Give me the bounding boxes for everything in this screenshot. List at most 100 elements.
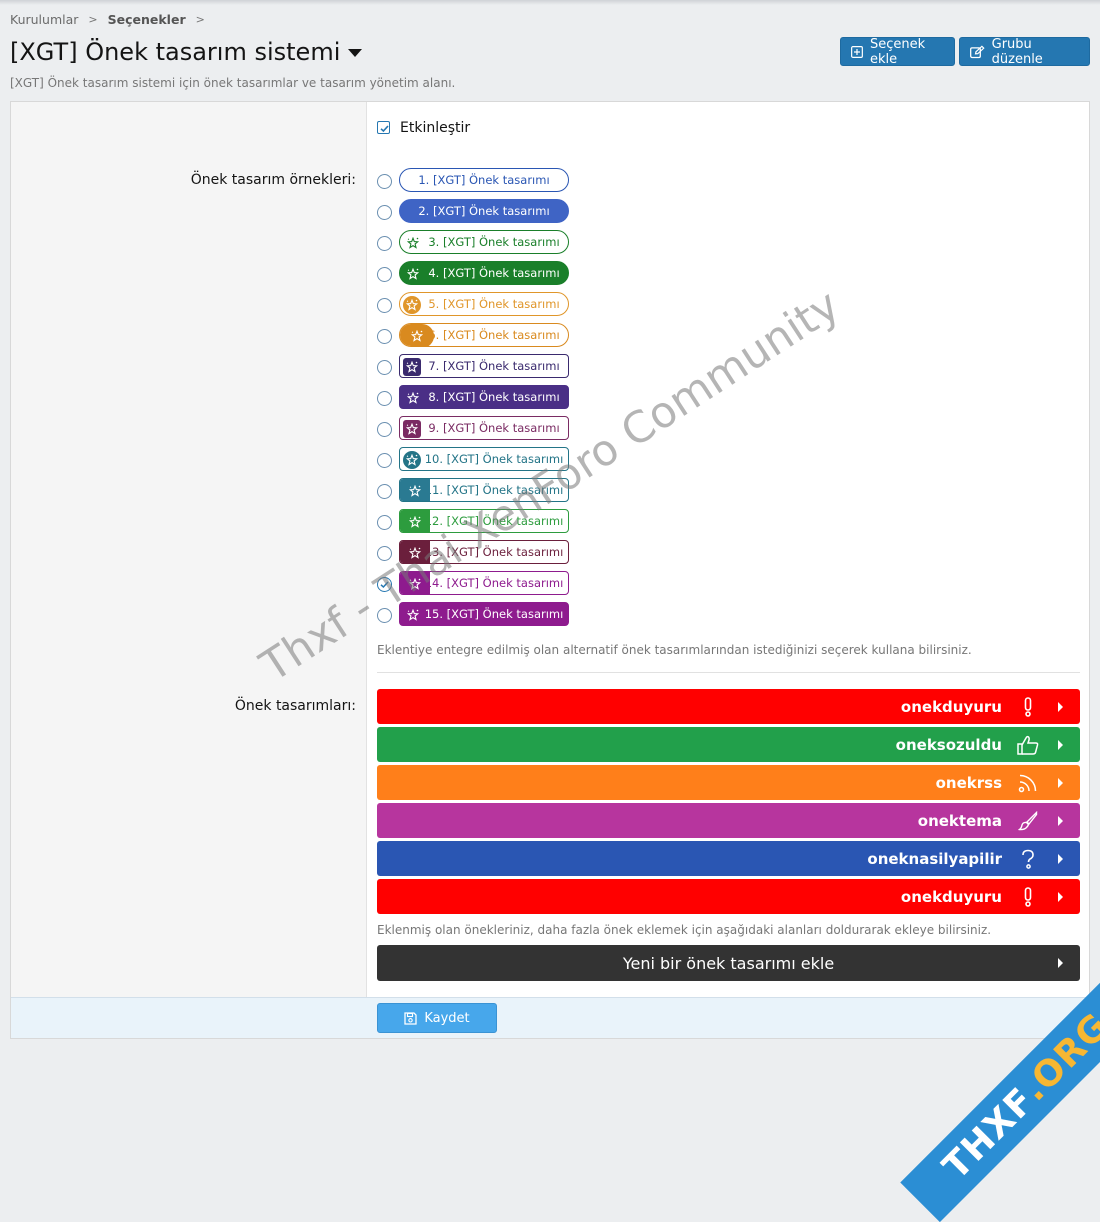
example-radio-10[interactable] (377, 453, 392, 468)
rss-icon (1018, 774, 1037, 792)
sparkle-star-icon (411, 330, 423, 342)
example-radio-7[interactable] (377, 360, 392, 375)
example-radio-8[interactable] (377, 391, 392, 406)
example-radio-4[interactable] (377, 267, 392, 282)
example-badge-label: 7. [XGT] Önek tasarımı (428, 359, 560, 373)
example-radio-15[interactable] (377, 608, 392, 623)
breadcrumb: Kurulumlar > Seçenekler > (10, 12, 215, 27)
exclamation-icon (1024, 886, 1032, 907)
form-footer: Kaydet (11, 997, 1089, 1038)
example-badge-9[interactable]: 9. [XGT] Önek tasarımı (399, 416, 569, 440)
sparkle-star-icon-holder (404, 606, 422, 624)
example-badge-label: 8. [XGT] Önek tasarımı (428, 390, 560, 404)
edit-group-button[interactable]: Grubu düzenle (959, 37, 1090, 67)
sparkle-star-icon (407, 268, 419, 280)
example-radio-11[interactable] (377, 484, 392, 499)
example-badge-label: 13. [XGT] Önek tasarımı (424, 545, 564, 559)
example-radio-12[interactable] (377, 515, 392, 530)
example-badge-label: 3. [XGT] Önek tasarımı (428, 235, 560, 249)
prefix-item-onekrss[interactable]: onekrss (377, 765, 1080, 800)
caret-right-icon[interactable] (1058, 891, 1063, 902)
page-description: [XGT] Önek tasarım sistemi için önek tas… (10, 76, 456, 90)
example-radio-1[interactable] (377, 174, 392, 189)
example-badge-15[interactable]: 15. [XGT] Önek tasarımı (399, 602, 569, 626)
prefix-item-label: onekduyuru (900, 697, 1002, 716)
exclamation-icon (1024, 696, 1032, 717)
sparkle-star-icon (406, 299, 418, 311)
breadcrumb-kurulumlar[interactable]: Kurulumlar (10, 12, 78, 27)
enable-label[interactable]: Etkinleştir (400, 120, 470, 136)
example-badge-label: 2. [XGT] Önek tasarımı (418, 204, 550, 218)
enable-checkbox[interactable] (377, 121, 390, 134)
prefix-item-oneknasilyapilir[interactable]: oneknasilyapilir (377, 841, 1080, 876)
example-badge-7[interactable]: 7. [XGT] Önek tasarımı (399, 354, 569, 378)
examples-hint: Eklentiye entegre edilmiş olan alternati… (377, 643, 972, 657)
prefix-item-label: onekduyuru (900, 887, 1002, 906)
example-radio-6[interactable] (377, 329, 392, 344)
page-title[interactable]: [XGT] Önek tasarım sistemi (10, 38, 363, 66)
prefixes-hint: Eklenmiş olan önekleriniz, daha fazla ön… (377, 923, 992, 937)
example-radio-5[interactable] (377, 298, 392, 313)
sparkle-star-icon (409, 578, 421, 590)
example-badge-label: 11. [XGT] Önek tasarımı (424, 483, 564, 497)
prefixes-row-label: Önek tasarımları: (234, 698, 356, 714)
example-badge-4[interactable]: 4. [XGT] Önek tasarımı (399, 261, 569, 285)
caret-right-icon[interactable] (1058, 853, 1063, 864)
prefix-item-oneksozuldu[interactable]: oneksozuldu (377, 727, 1080, 762)
prefix-item-icon-holder (1016, 771, 1040, 795)
example-badge-11[interactable]: 11. [XGT] Önek tasarımı (399, 478, 569, 502)
question-icon (1022, 849, 1034, 869)
example-badge-14[interactable]: 14. [XGT] Önek tasarımı (399, 571, 569, 595)
prefix-item-label: onekrss (935, 773, 1002, 792)
caret-right-icon[interactable] (1058, 739, 1063, 750)
sparkle-star-icon-holder (404, 389, 422, 407)
sparkle-star-icon (406, 454, 418, 466)
example-badge-12[interactable]: 12. [XGT] Önek tasarımı (399, 509, 569, 533)
brush-icon (1018, 810, 1038, 830)
example-badge-3[interactable]: 3. [XGT] Önek tasarımı (399, 230, 569, 254)
example-badge-label: 9. [XGT] Önek tasarımı (428, 421, 560, 435)
example-badge-label: 14. [XGT] Önek tasarımı (424, 576, 564, 590)
caret-right-icon[interactable] (1058, 701, 1063, 712)
add-prefix-design-button[interactable]: Yeni bir önek tasarımı ekle (377, 945, 1080, 981)
example-badge-2[interactable]: 2. [XGT] Önek tasarımı (399, 199, 569, 223)
example-badge-10[interactable]: 10. [XGT] Önek tasarımı (399, 447, 569, 471)
example-radio-14[interactable] (377, 577, 392, 592)
prefix-item-onekduyuru[interactable]: onekduyuru (377, 689, 1080, 724)
prefix-item-icon-holder (1016, 847, 1040, 871)
example-radio-13[interactable] (377, 546, 392, 561)
sparkle-star-icon-holder (403, 296, 421, 314)
caret-down-icon[interactable] (348, 49, 363, 57)
caret-right-icon (1058, 958, 1063, 968)
example-badge-label: 15. [XGT] Önek tasarımı (424, 607, 564, 621)
top-shadow (0, 0, 1100, 5)
thumbs-up-icon (1017, 735, 1039, 755)
prefix-item-icon-holder (1016, 809, 1040, 833)
prefix-item-onektema[interactable]: onektema (377, 803, 1080, 838)
save-label: Kaydet (424, 1010, 470, 1026)
example-radio-3[interactable] (377, 236, 392, 251)
sparkle-star-icon-holder (404, 234, 422, 252)
label-column (11, 102, 367, 997)
save-button[interactable]: Kaydet (377, 1003, 497, 1033)
example-radio-9[interactable] (377, 422, 392, 437)
example-radio-2[interactable] (377, 205, 392, 220)
sparkle-star-icon-holder (403, 358, 421, 376)
example-badge-1[interactable]: 1. [XGT] Önek tasarımı (399, 168, 569, 192)
add-option-button[interactable]: Seçenek ekle (840, 37, 955, 67)
sparkle-star-icon-holder (400, 572, 430, 594)
example-badge-8[interactable]: 8. [XGT] Önek tasarımı (399, 385, 569, 409)
caret-right-icon[interactable] (1058, 815, 1063, 826)
sparkle-star-icon (407, 609, 419, 621)
prefix-item-label: onektema (917, 811, 1002, 830)
example-badge-label: 10. [XGT] Önek tasarımı (424, 452, 564, 466)
page-title-text: [XGT] Önek tasarım sistemi (10, 38, 341, 66)
example-badge-13[interactable]: 13. [XGT] Önek tasarımı (399, 540, 569, 564)
row-divider (377, 672, 1080, 673)
check-icon (380, 125, 389, 133)
example-badge-6[interactable]: 6. [XGT] Önek tasarımı (399, 323, 569, 347)
breadcrumb-secenekler[interactable]: Seçenekler (108, 12, 186, 27)
example-badge-5[interactable]: 5. [XGT] Önek tasarımı (399, 292, 569, 316)
caret-right-icon[interactable] (1058, 777, 1063, 788)
prefix-item-onekduyuru[interactable]: onekduyuru (377, 879, 1080, 914)
